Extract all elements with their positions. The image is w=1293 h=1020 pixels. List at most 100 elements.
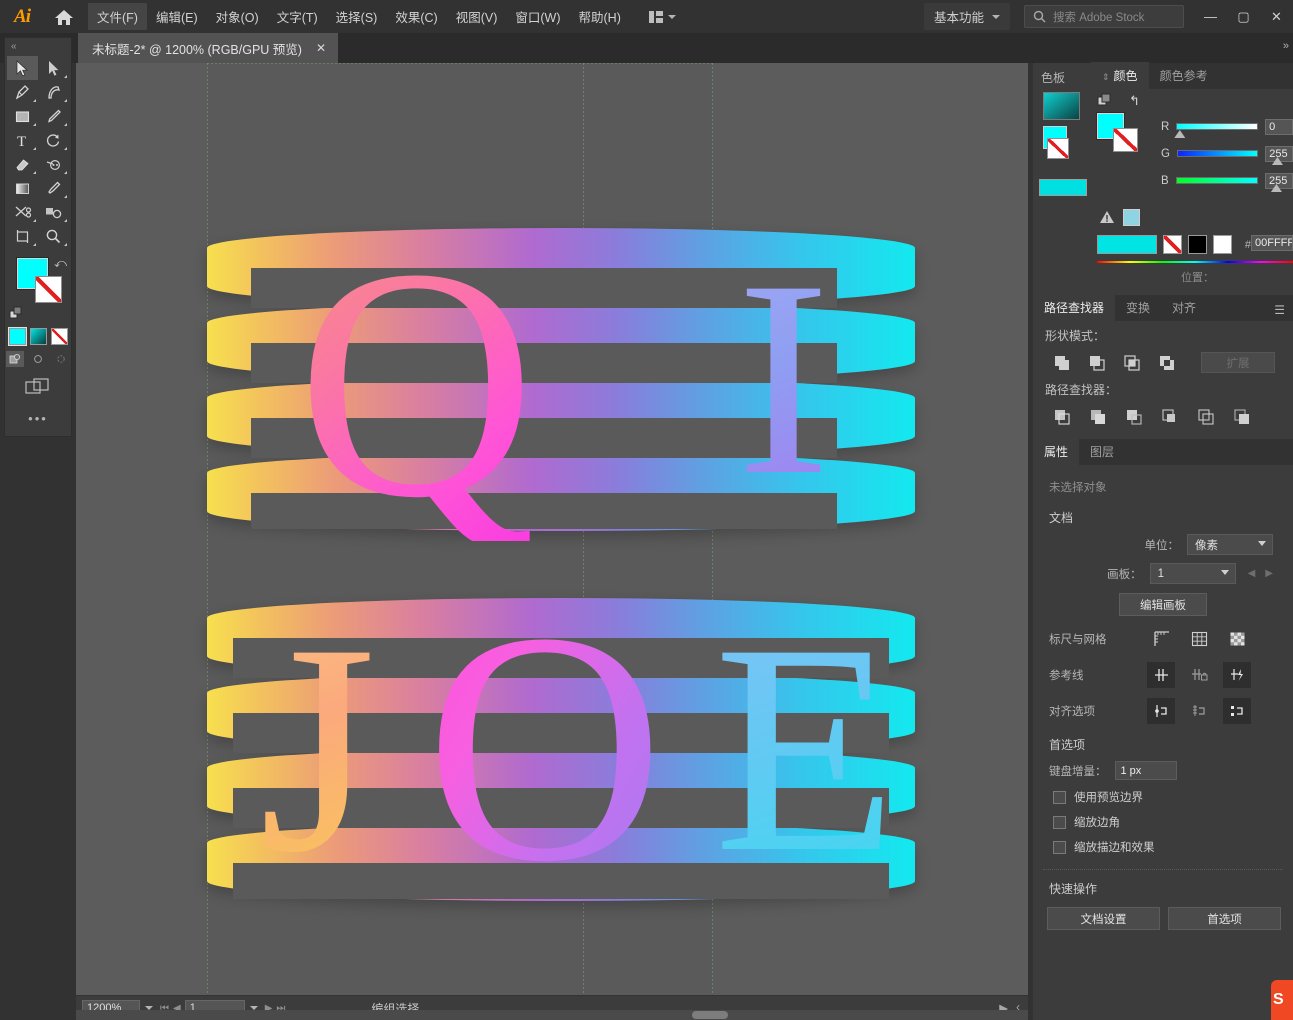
menu-item-file[interactable]: 文件(F) (88, 3, 147, 30)
tab-color-guide[interactable]: 颜色参考 (1149, 62, 1219, 89)
tab-pathfinder[interactable]: 路径查找器 (1033, 294, 1116, 321)
close-icon[interactable]: ✕ (316, 41, 326, 55)
menu-item-help[interactable]: 帮助(H) (570, 3, 630, 30)
paintbrush-tool[interactable] (38, 104, 69, 128)
stock-search-input[interactable]: 搜索 Adobe Stock (1024, 5, 1184, 28)
curvature-tool[interactable] (38, 80, 69, 104)
rotate-tool[interactable] (38, 128, 69, 152)
checkbox-icon[interactable] (1053, 815, 1066, 829)
lock-guides-icon[interactable] (1185, 662, 1213, 688)
out-of-gamut-swatch[interactable] (1123, 209, 1140, 226)
zoom-tool[interactable] (38, 224, 69, 248)
swatch-stroke-preview[interactable] (1047, 138, 1069, 159)
panel-menu-icon[interactable]: ☰ (1266, 299, 1293, 321)
hex-value-input[interactable]: 00FFFF (1251, 235, 1293, 251)
draw-behind-icon[interactable] (29, 351, 47, 367)
expand-dock-icon[interactable]: » (1283, 40, 1289, 52)
tab-color[interactable]: ⇕ 颜色 (1091, 62, 1149, 89)
rectangle-tool[interactable] (7, 104, 38, 128)
smart-guides-icon[interactable] (1223, 662, 1251, 688)
trim-icon[interactable] (1085, 404, 1110, 429)
swatch-gradient-preview[interactable] (1043, 92, 1080, 120)
color-none-swatch[interactable] (1163, 235, 1182, 254)
eyedropper-tool[interactable] (38, 176, 69, 200)
document-setup-button[interactable]: 文档设置 (1047, 907, 1160, 930)
out-of-gamut-group[interactable] (1099, 209, 1140, 226)
artwork-lower-block[interactable]: J O E (207, 583, 915, 912)
menu-item-object[interactable]: 对象(O) (207, 3, 268, 30)
slider-track-b[interactable] (1175, 177, 1282, 192)
edit-artboard-button[interactable]: 编辑画板 (1119, 593, 1207, 616)
pen-tool[interactable] (7, 80, 38, 104)
gradient-tool[interactable] (7, 176, 38, 200)
checkbox-preview-bounds[interactable]: 使用预览边界 (1033, 780, 1293, 805)
snap-grid-icon[interactable] (1185, 698, 1213, 724)
menu-item-edit[interactable]: 编辑(E) (147, 3, 207, 30)
artboard-next-icon[interactable]: ▶ (1265, 568, 1273, 579)
tab-align[interactable]: 对齐 (1161, 294, 1207, 321)
outline-icon[interactable] (1193, 404, 1218, 429)
crop-icon[interactable] (1157, 404, 1182, 429)
current-color-bar[interactable] (1097, 235, 1157, 254)
direct-selection-tool[interactable] (38, 56, 69, 80)
workspace-switcher[interactable]: 基本功能 (923, 3, 1010, 30)
tab-properties[interactable]: 属性 (1033, 438, 1080, 465)
grid-icon[interactable] (1185, 626, 1213, 652)
units-select[interactable]: 像素 (1187, 534, 1273, 555)
unite-icon[interactable] (1049, 350, 1074, 375)
checkbox-icon[interactable] (1053, 840, 1066, 854)
color-stroke-swatch[interactable] (1113, 128, 1138, 152)
swap-fill-stroke-icon[interactable]: ⤺ (54, 256, 67, 271)
minimize-button[interactable]: — (1194, 0, 1227, 33)
eraser-tool[interactable] (7, 152, 38, 176)
selection-tool[interactable] (7, 56, 38, 80)
preferences-button[interactable]: 首选项 (1168, 907, 1281, 930)
color-white-swatch[interactable] (1213, 235, 1232, 254)
color-black-swatch[interactable] (1188, 235, 1207, 254)
color-mode-none-button[interactable] (50, 328, 68, 345)
document-tab[interactable]: 未标题-2* @ 1200% (RGB/GPU 预览) ✕ (78, 33, 339, 63)
draw-normal-icon[interactable] (6, 351, 24, 367)
intersect-icon[interactable] (1119, 350, 1144, 375)
menu-item-select[interactable]: 选择(S) (327, 3, 387, 30)
snap-pixel-icon[interactable] (1223, 698, 1251, 724)
exclude-icon[interactable] (1154, 350, 1179, 375)
snap-point-icon[interactable] (1147, 698, 1175, 724)
show-guides-icon[interactable] (1147, 662, 1175, 688)
color-mode-solid-button[interactable] (7, 327, 27, 346)
expand-button[interactable]: 扩展 (1201, 352, 1275, 373)
menu-item-view[interactable]: 视图(V) (447, 3, 507, 30)
menu-item-effect[interactable]: 效果(C) (386, 3, 446, 30)
channel-value-r[interactable]: 0 (1265, 118, 1293, 135)
menu-item-window[interactable]: 窗口(W) (506, 3, 569, 30)
default-fill-stroke-icon[interactable] (9, 306, 24, 324)
checkbox-scale-corners[interactable]: 缩放边角 (1033, 805, 1293, 830)
toolbar-collapse-button[interactable]: « (5, 38, 71, 54)
slider-knob-r[interactable] (1174, 130, 1186, 138)
artboard-select[interactable]: 1 (1149, 563, 1236, 584)
notification-badge-icon[interactable]: S (1271, 980, 1293, 1020)
transparency-grid-icon[interactable] (1223, 626, 1251, 652)
artboard-tool[interactable] (7, 224, 38, 248)
canvas-horizontal-scrollbar[interactable] (76, 1010, 1028, 1020)
artwork-upper-block[interactable]: Q I (207, 219, 915, 548)
canvas-area[interactable]: Q I J O E (76, 63, 1028, 995)
menu-item-type[interactable]: 文字(T) (268, 3, 327, 30)
checkbox-scale-strokes-effects[interactable]: 缩放描边和效果 (1033, 830, 1293, 855)
swatch-active-color[interactable] (1039, 179, 1087, 196)
merge-icon[interactable] (1121, 404, 1146, 429)
shape-builder-tool[interactable] (38, 152, 69, 176)
maximize-button[interactable]: ▢ (1227, 0, 1260, 33)
checkbox-icon[interactable] (1053, 790, 1066, 804)
stroke-color-swatch[interactable] (35, 276, 62, 303)
color-mode-gradient-button[interactable] (29, 328, 47, 345)
revert-color-icon[interactable]: ↰ (1129, 93, 1140, 109)
screen-mode-button[interactable] (5, 367, 71, 397)
ruler-icon[interactable] (1147, 626, 1175, 652)
close-button[interactable]: ✕ (1260, 0, 1293, 33)
scissors-tool[interactable] (7, 200, 38, 224)
minus-front-icon[interactable] (1084, 350, 1109, 375)
tab-layers[interactable]: 图层 (1079, 438, 1125, 465)
draw-inside-icon[interactable] (52, 351, 70, 367)
home-button[interactable] (44, 0, 84, 33)
